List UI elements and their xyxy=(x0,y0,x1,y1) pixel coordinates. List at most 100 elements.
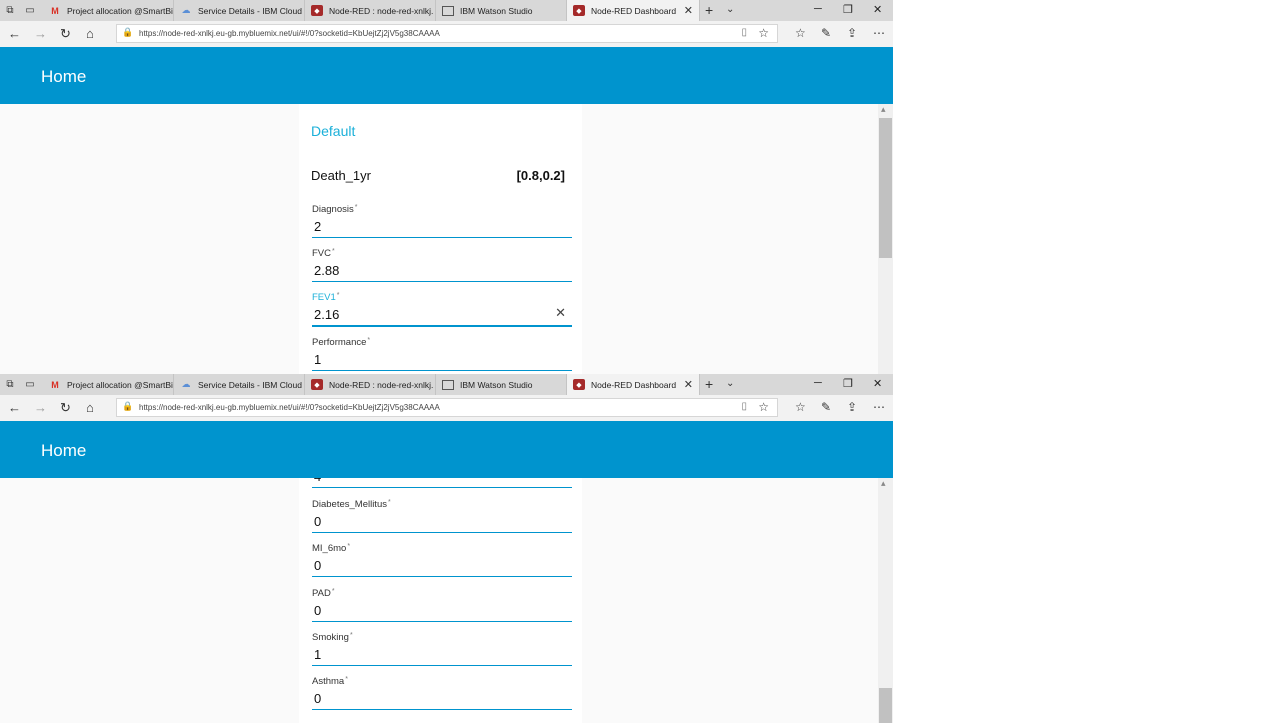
back-icon[interactable]: ← xyxy=(8,26,21,41)
tab-actions-icon[interactable]: ⧉ xyxy=(0,5,20,16)
favorite-star-icon[interactable]: ☆ xyxy=(758,400,769,414)
field-value[interactable]: 4 xyxy=(314,478,321,484)
group-title: Default xyxy=(311,123,356,139)
new-tab-icon[interactable]: + xyxy=(705,376,713,392)
scrollbar[interactable]: ▴ xyxy=(878,478,893,723)
browser-window-bottom: ⧉ ▭ M Project allocation @SmartBi ☁ Serv… xyxy=(0,374,893,723)
field-label: Performance xyxy=(312,337,367,348)
restore-icon[interactable]: ❐ xyxy=(843,3,853,16)
reading-view-icon[interactable]: ▯ xyxy=(741,27,747,38)
tab-node-red-dashboard[interactable]: ◆ Node-RED Dashboard ✕ xyxy=(567,0,700,21)
field-label: Diagnosis xyxy=(312,204,354,215)
tab-watson-studio[interactable]: IBM Watson Studio xyxy=(436,0,567,21)
home-icon[interactable]: ⌂ xyxy=(86,26,94,41)
more-icon[interactable]: ⋯ xyxy=(873,400,885,414)
tab-label: Node-RED Dashboard xyxy=(591,379,677,390)
lock-icon: 🔒 xyxy=(122,401,134,411)
scrollbar[interactable]: ▴ xyxy=(878,104,893,374)
browser-window-top: ⧉ ▭ M Project allocation @SmartBi ☁ Serv… xyxy=(0,0,893,374)
field-underline xyxy=(312,665,572,666)
tab-actions-icon[interactable]: ⧉ xyxy=(0,379,20,390)
field-label: FVC xyxy=(312,248,331,259)
field-value[interactable]: 2 xyxy=(314,219,321,234)
tab-node-red-editor[interactable]: ◆ Node-RED : node-red-xnlkj. xyxy=(305,374,436,395)
fev1-field[interactable]: FEV1* 2.16 ✕ xyxy=(312,292,572,334)
refresh-icon[interactable]: ↻ xyxy=(60,26,71,42)
tab-watson-studio[interactable]: IBM Watson Studio xyxy=(436,374,567,395)
field-value[interactable]: 0 xyxy=(314,558,321,573)
more-icon[interactable]: ⋯ xyxy=(873,26,885,40)
tab-bar: ⧉ ▭ M Project allocation @SmartBi ☁ Serv… xyxy=(0,374,893,395)
field-value[interactable]: 1 xyxy=(314,352,321,367)
tab-node-red-editor[interactable]: ◆ Node-RED : node-red-xnlkj. xyxy=(305,0,436,21)
reading-view-icon[interactable]: ▯ xyxy=(741,401,747,412)
address-bar: ← → ↻ ⌂ 🔒 https://node-red-xnlkj.eu-gb.m… xyxy=(0,21,893,47)
chevron-down-icon[interactable]: ⌄ xyxy=(726,4,734,15)
url-field[interactable]: 🔒 https://node-red-xnlkj.eu-gb.mybluemix… xyxy=(116,398,778,417)
favorite-star-icon[interactable]: ☆ xyxy=(758,26,769,40)
tab-label: Node-RED : node-red-xnlkj. xyxy=(329,5,434,16)
url-field[interactable]: 🔒 https://node-red-xnlkj.eu-gb.mybluemix… xyxy=(116,24,778,43)
field-underline xyxy=(312,325,572,327)
minimize-icon[interactable]: ─ xyxy=(814,377,822,389)
clear-input-icon[interactable]: ✕ xyxy=(555,305,566,321)
scroll-up-icon[interactable]: ▴ xyxy=(881,478,886,489)
mi-6mo-field[interactable]: MI_6mo* 0 xyxy=(312,543,572,585)
smoking-field[interactable]: Smoking* 1 xyxy=(312,632,572,674)
restore-icon[interactable]: ❐ xyxy=(843,377,853,390)
home-icon[interactable]: ⌂ xyxy=(86,400,94,415)
field-value[interactable]: 2.16 xyxy=(314,307,339,322)
pad-field[interactable]: PAD* 0 xyxy=(312,588,572,630)
dashboard-content: Default Death_1yr [0.8,0.2] Diagnosis* 2… xyxy=(0,104,878,374)
back-icon[interactable]: ← xyxy=(8,400,21,415)
lock-icon: 🔒 xyxy=(122,27,134,37)
favorites-icon[interactable]: ☆ xyxy=(795,26,806,40)
tab-project-allocation[interactable]: M Project allocation @SmartBi xyxy=(43,374,174,395)
minimize-icon[interactable]: ─ xyxy=(814,3,822,15)
fvc-field[interactable]: FVC* 2.88 xyxy=(312,248,572,290)
tab-service-details[interactable]: ☁ Service Details - IBM Cloud xyxy=(174,374,305,395)
diagnosis-field[interactable]: Diagnosis* 2 xyxy=(312,204,572,246)
group-card: Default Death_1yr [0.8,0.2] Diagnosis* 2… xyxy=(299,104,582,374)
close-tab-icon[interactable]: ✕ xyxy=(684,378,693,391)
new-tab-icon[interactable]: + xyxy=(705,2,713,18)
favorites-icon[interactable]: ☆ xyxy=(795,400,806,414)
partial-field[interactable]: 4 xyxy=(312,478,572,496)
field-value[interactable]: 0 xyxy=(314,603,321,618)
tab-project-allocation[interactable]: M Project allocation @SmartBi xyxy=(43,0,174,21)
asthma-field[interactable]: Asthma* 0 xyxy=(312,676,572,718)
tab-service-details[interactable]: ☁ Service Details - IBM Cloud xyxy=(174,0,305,21)
field-value[interactable]: 1 xyxy=(314,647,321,662)
url-text: https://node-red-xnlkj.eu-gb.mybluemix.n… xyxy=(139,403,440,412)
refresh-icon[interactable]: ↻ xyxy=(60,400,71,416)
close-window-icon[interactable]: ✕ xyxy=(873,377,882,390)
close-tab-icon[interactable]: ✕ xyxy=(684,4,693,17)
tab-preview-icon[interactable]: ▭ xyxy=(20,5,40,16)
performance-field[interactable]: Performance* 1 xyxy=(312,337,572,374)
scrollbar-thumb[interactable] xyxy=(879,688,892,723)
tab-node-red-dashboard[interactable]: ◆ Node-RED Dashboard ✕ xyxy=(567,374,700,395)
field-value[interactable]: 2.88 xyxy=(314,263,339,278)
tab-label: Service Details - IBM Cloud xyxy=(198,379,302,390)
diabetes-mellitus-field[interactable]: Diabetes_Mellitus* 0 xyxy=(312,499,572,541)
field-underline xyxy=(312,237,572,238)
forward-icon[interactable]: → xyxy=(34,26,47,41)
scrollbar-thumb[interactable] xyxy=(879,118,892,258)
forward-icon[interactable]: → xyxy=(34,400,47,415)
field-value[interactable]: 0 xyxy=(314,691,321,706)
field-underline xyxy=(312,370,572,371)
tab-preview-icon[interactable]: ▭ xyxy=(20,379,40,390)
scroll-up-icon[interactable]: ▴ xyxy=(881,104,886,115)
chevron-down-icon[interactable]: ⌄ xyxy=(726,378,734,389)
pen-icon[interactable]: ✎ xyxy=(821,26,831,40)
node-red-icon: ◆ xyxy=(573,379,585,390)
field-underline xyxy=(312,709,572,710)
field-underline xyxy=(312,621,572,622)
gmail-icon: M xyxy=(51,379,59,390)
share-icon[interactable]: ⇪ xyxy=(847,26,857,40)
pen-icon[interactable]: ✎ xyxy=(821,400,831,414)
share-icon[interactable]: ⇪ xyxy=(847,400,857,414)
tab-label: Node-RED : node-red-xnlkj. xyxy=(329,379,434,390)
close-window-icon[interactable]: ✕ xyxy=(873,3,882,16)
field-value[interactable]: 0 xyxy=(314,514,321,529)
